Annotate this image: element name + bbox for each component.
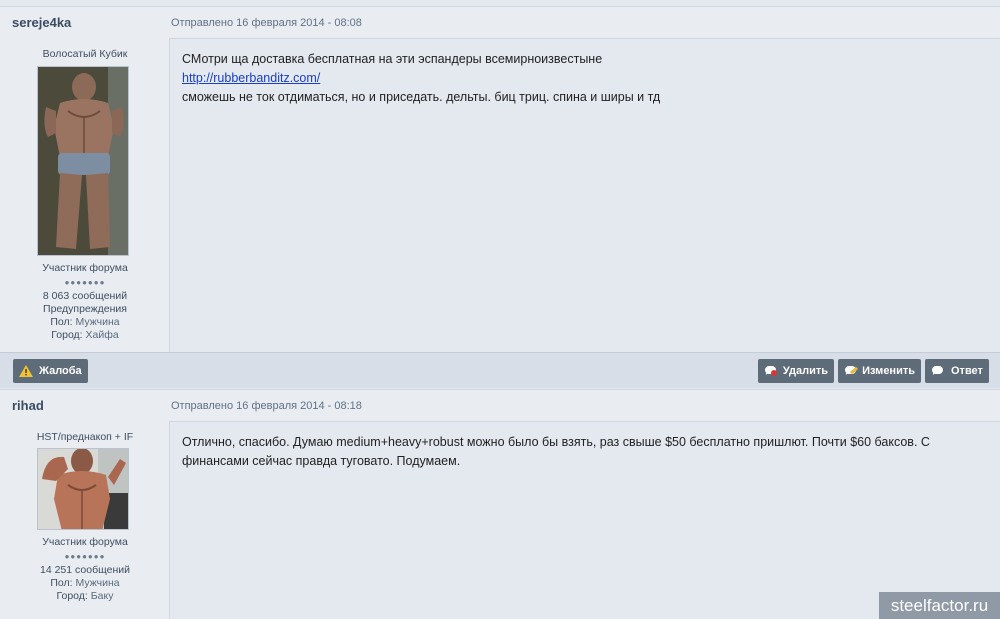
reply-comment-icon [931,365,945,377]
gender-label: Пол: [50,316,73,328]
author-info: HST/преднакоп + IF Участник форума ●●●●●… [0,421,170,619]
reply-button[interactable]: Ответ [925,359,989,383]
post-actions: Жалоба Удалить Изменить Ответ [0,352,1000,388]
report-label: Жалоба [39,365,82,377]
edit-button[interactable]: Изменить [838,359,921,383]
city-row: Город: Хайфа [0,329,170,342]
gender-value: Мужчина [75,577,120,589]
avatar-photo [38,449,128,529]
post-count[interactable]: 14 251 сообщений [0,564,170,577]
post-date: Отправлено 16 февраля 2014 - 08:18 [171,400,362,412]
post-text-line: финансами сейчас правда туговато. Подума… [182,454,461,468]
city-value: Хайфа [85,329,119,341]
gender-value: Мужчина [75,316,120,328]
member-title: Волосатый Кубик [42,48,128,60]
rank-pips: ●●●●●●● [64,278,106,287]
reply-label: Ответ [951,365,983,377]
post-date: Отправлено 16 февраля 2014 - 08:08 [171,17,362,29]
report-button[interactable]: Жалоба [13,359,88,383]
gender-row: Пол: Мужчина [0,316,170,329]
warning-icon [19,365,33,377]
site-watermark: steelfactor.ru [879,592,1000,619]
post-header: rihad Отправлено 16 февраля 2014 - 08:18 [0,389,1000,422]
post-text-line: Отлично, спасибо. Думаю medium+heavy+rob… [182,435,930,449]
author-info: Волосатый Кубик Участник форума ●●●●●●● … [0,38,170,352]
warnings-link[interactable]: Предупреждения [0,303,170,316]
gender-label: Пол: [50,577,73,589]
avatar-photo [38,67,128,255]
edit-comment-icon [844,365,859,377]
post-body: Отлично, спасибо. Думаю medium+heavy+rob… [182,433,930,471]
edit-label: Изменить [862,365,915,377]
delete-comment-icon [764,365,777,377]
post-text-line: сможешь не ток отдиматься, но и приседат… [182,90,661,104]
post-count[interactable]: 8 063 сообщений [0,290,170,303]
member-rank: Участник форума [42,262,128,274]
gender-row: Пол: Мужчина [0,577,170,590]
city-value: Баку [90,590,114,602]
city-row: Город: Баку [0,590,170,603]
member-rank: Участник форума [42,536,128,548]
post-text-line: СМотри ща доставка бесплатная на эти эсп… [182,52,603,66]
username[interactable]: rihad [12,398,44,413]
delete-button[interactable]: Удалить [758,359,834,383]
delete-label: Удалить [782,365,828,377]
city-label: Город: [51,329,83,341]
post-body: СМотри ща доставка бесплатная на эти эсп… [182,50,660,107]
rank-pips: ●●●●●●● [64,552,106,561]
post-link[interactable]: http://rubberbanditz.com/ [182,71,320,85]
avatar[interactable] [37,448,129,530]
city-label: Город: [56,590,88,602]
member-title: HST/преднакоп + IF [36,431,134,443]
post-header: sereje4ka Отправлено 16 февраля 2014 - 0… [0,6,1000,39]
avatar[interactable] [37,66,129,256]
username[interactable]: sereje4ka [12,15,71,30]
